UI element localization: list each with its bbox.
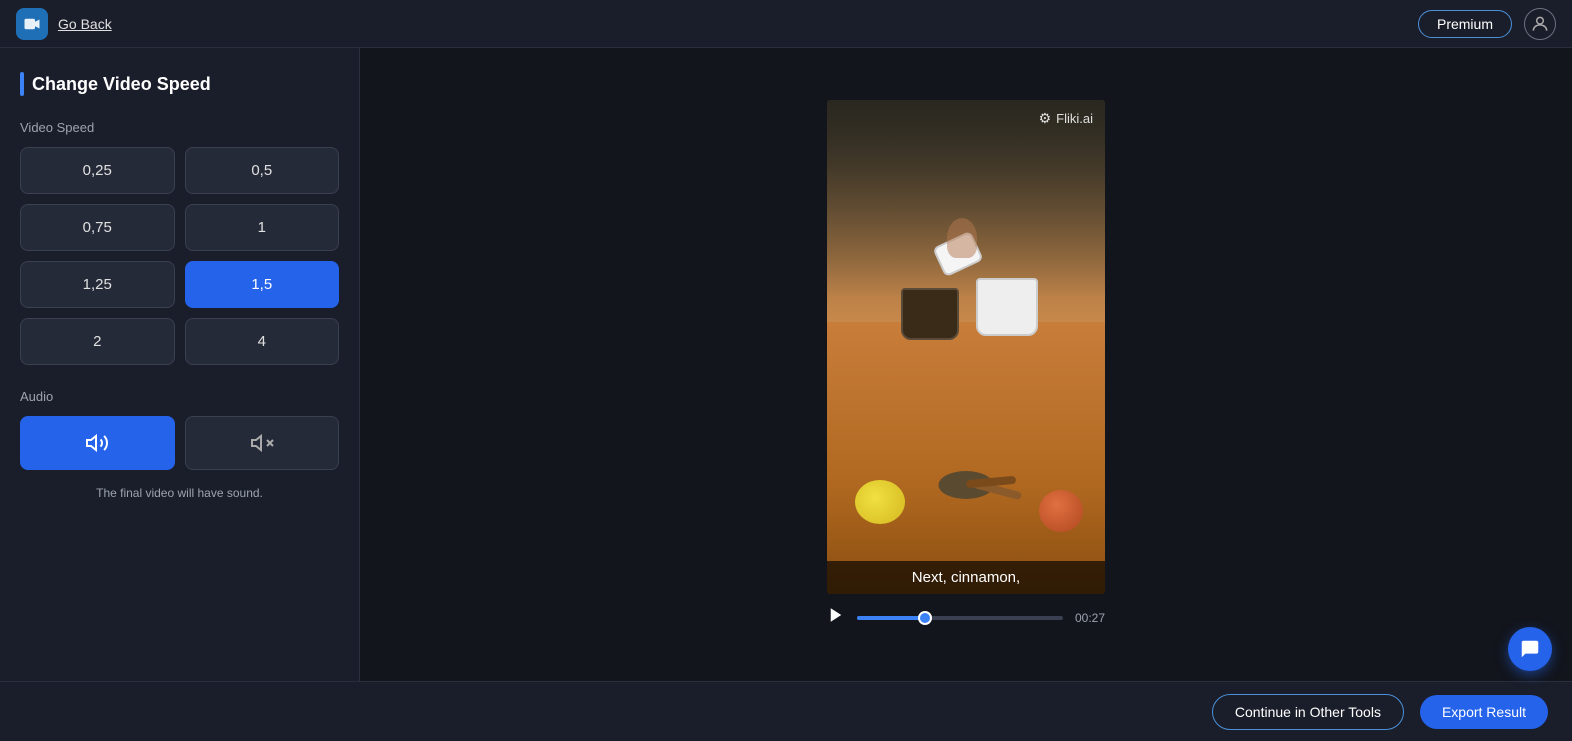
audio-on-button[interactable] — [20, 416, 175, 470]
speed-btn-2[interactable]: 2 — [20, 318, 175, 365]
video-area: ⚙ Fliki.ai Next, cinnamon, 00: — [360, 48, 1572, 681]
video-scene — [827, 100, 1105, 594]
audio-note: The final video will have sound. — [20, 486, 339, 500]
video-controls: 00:27 — [827, 606, 1105, 629]
app-icon — [16, 8, 48, 40]
chat-bubble[interactable] — [1508, 627, 1552, 671]
video-container: ⚙ Fliki.ai Next, cinnamon, 00: — [827, 100, 1105, 629]
speed-btn-125[interactable]: 1,25 — [20, 261, 175, 308]
speed-btn-4[interactable]: 4 — [185, 318, 340, 365]
go-back-link[interactable]: Go Back — [58, 16, 112, 32]
chat-icon — [1519, 638, 1541, 660]
speed-btn-15[interactable]: 1,5 — [185, 261, 340, 308]
header-right: Premium — [1418, 8, 1556, 40]
user-avatar[interactable] — [1524, 8, 1556, 40]
speed-grid: 0,25 0,5 0,75 1 1,25 1,5 2 4 — [20, 147, 339, 365]
mute-icon — [250, 431, 274, 455]
app-header: Go Back Premium — [0, 0, 1572, 48]
speed-btn-075[interactable]: 0,75 — [20, 204, 175, 251]
watermark-icon: ⚙ — [1039, 110, 1052, 127]
audio-off-button[interactable] — [185, 416, 340, 470]
premium-button[interactable]: Premium — [1418, 10, 1512, 38]
progress-thumb — [918, 611, 932, 625]
header-left: Go Back — [16, 8, 112, 40]
app-footer: Continue in Other Tools Export Result — [0, 681, 1572, 741]
sidebar-accent — [20, 72, 24, 96]
audio-grid — [20, 416, 339, 470]
time-label: 00:27 — [1075, 611, 1105, 625]
sidebar: Change Video Speed Video Speed 0,25 0,5 … — [0, 48, 360, 681]
continue-other-tools-button[interactable]: Continue in Other Tools — [1212, 694, 1404, 730]
progress-fill — [857, 616, 925, 620]
speed-btn-05[interactable]: 0,5 — [185, 147, 340, 194]
volume-icon — [85, 431, 109, 455]
audio-label: Audio — [20, 389, 339, 404]
progress-bar[interactable] — [857, 616, 1063, 620]
subtitle-text: Next, cinnamon, — [912, 569, 1020, 586]
speed-btn-1[interactable]: 1 — [185, 204, 340, 251]
watermark-text: Fliki.ai — [1056, 111, 1093, 126]
speed-btn-025[interactable]: 0,25 — [20, 147, 175, 194]
export-result-button[interactable]: Export Result — [1420, 695, 1548, 729]
watermark: ⚙ Fliki.ai — [1039, 110, 1093, 127]
sidebar-title-bar: Change Video Speed — [20, 72, 339, 96]
main-content: Change Video Speed Video Speed 0,25 0,5 … — [0, 48, 1572, 681]
video-frame: ⚙ Fliki.ai Next, cinnamon, — [827, 100, 1105, 594]
subtitle-bar: Next, cinnamon, — [827, 561, 1105, 594]
sidebar-title: Change Video Speed — [32, 74, 211, 95]
play-button[interactable] — [827, 606, 845, 629]
video-speed-label: Video Speed — [20, 120, 339, 135]
play-icon — [827, 606, 845, 624]
